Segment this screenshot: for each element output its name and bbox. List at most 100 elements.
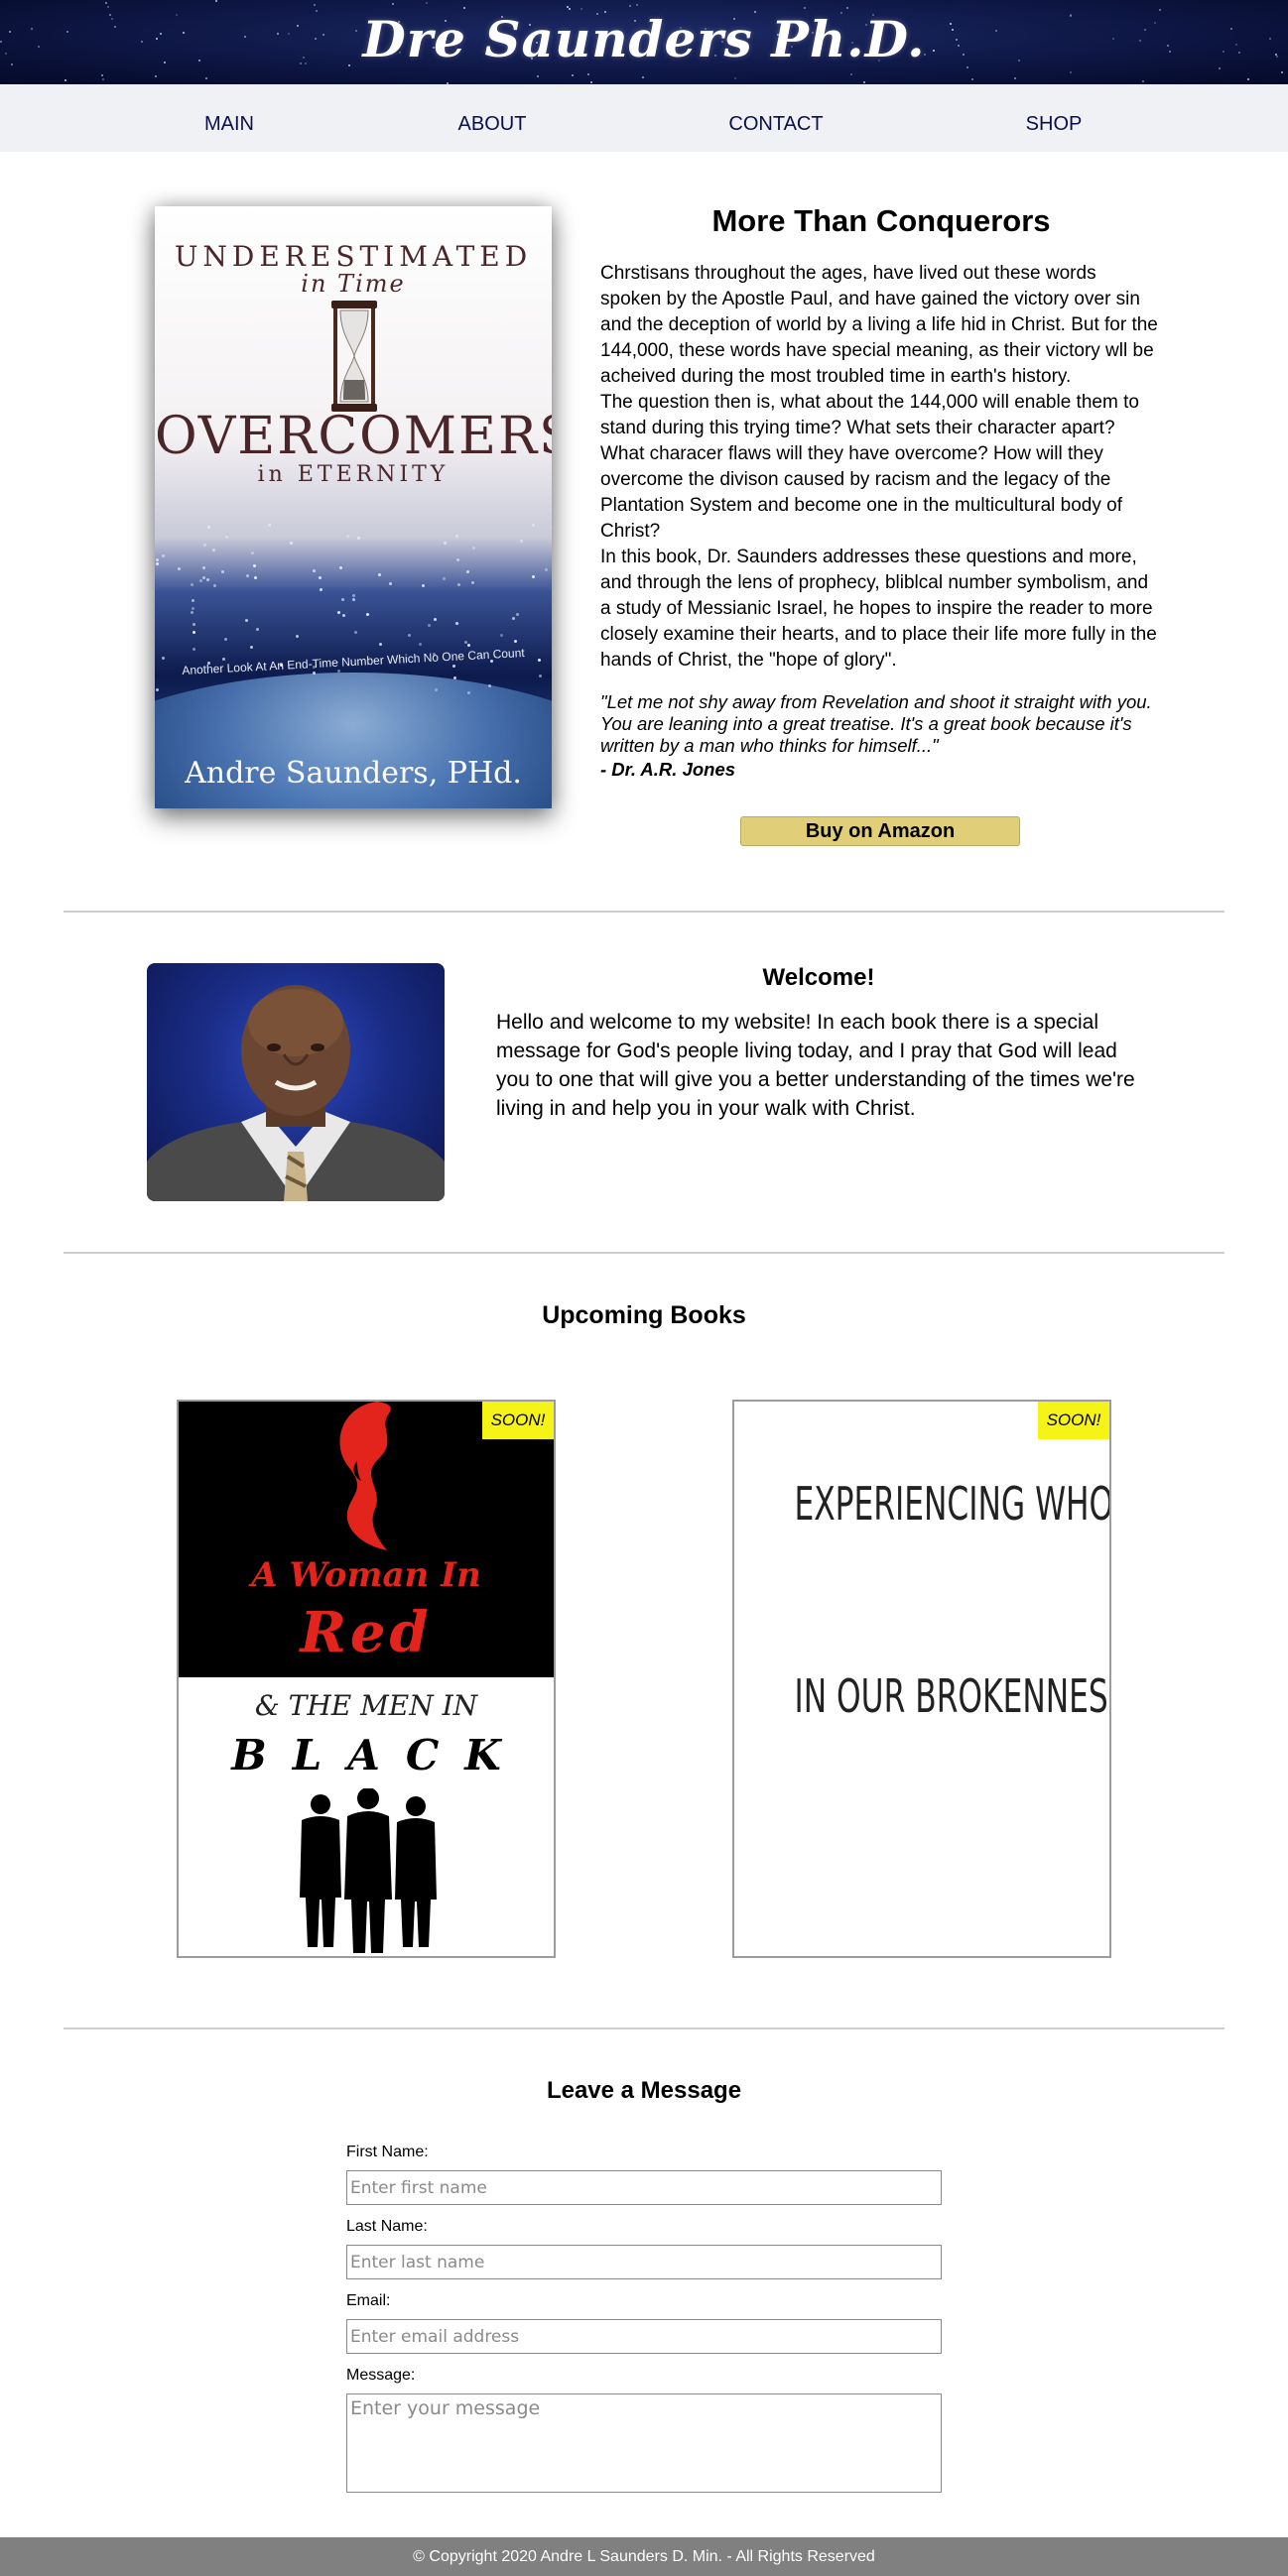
featured-book-cover[interactable]: UNDERESTIMATED in Time OVERCOMERS in ETE… bbox=[155, 206, 552, 808]
cover-star-dot bbox=[467, 644, 471, 648]
cover-star-dot bbox=[201, 575, 205, 579]
cover-star-dot bbox=[366, 612, 370, 616]
star-dot bbox=[1070, 70, 1073, 73]
star-dot bbox=[636, 4, 639, 7]
star-dot bbox=[628, 5, 631, 8]
cover-star-dot bbox=[253, 563, 257, 567]
soon-badge: SOON! bbox=[1038, 1402, 1109, 1439]
upcoming-book-card[interactable]: SOON! A Woman In Red & THE MEN IN BLACK bbox=[177, 1400, 556, 1958]
book-cover-title-line-1: A Woman In bbox=[251, 1555, 481, 1595]
cover-star-dot bbox=[193, 647, 196, 651]
featured-book-info: More Than Conquerors Chrstisans througho… bbox=[600, 203, 1162, 846]
cover-star-dot bbox=[251, 552, 255, 555]
cover-star-dot bbox=[452, 664, 456, 668]
cover-star-dot bbox=[201, 566, 205, 570]
cover-star-dot bbox=[466, 570, 470, 574]
cover-star-dot bbox=[456, 558, 460, 562]
cover-star-dot bbox=[470, 580, 474, 584]
cover-star-dot bbox=[351, 598, 355, 602]
cover-star-dot bbox=[199, 578, 203, 582]
review-author: - Dr. A.R. Jones bbox=[600, 759, 736, 780]
review-quote: "Let me not shy away from Revelation and… bbox=[600, 691, 1152, 756]
star-dot bbox=[567, 6, 570, 9]
cover-kicker-2: in Time bbox=[301, 270, 406, 298]
book-cover-title-line-3: & THE MEN IN bbox=[254, 1689, 478, 1722]
message-label: Message: bbox=[346, 2367, 416, 2384]
cover-star-dot bbox=[389, 581, 393, 585]
cover-star-dot bbox=[192, 623, 195, 627]
upcoming-books-title: Upcoming Books bbox=[542, 1301, 746, 1329]
cover-star-dot bbox=[213, 584, 217, 588]
woman-silhouette-icon bbox=[339, 1402, 391, 1550]
featured-book-title: More Than Conquerors bbox=[711, 203, 1051, 238]
cover-star-dot bbox=[351, 594, 355, 598]
cover-star-dot bbox=[499, 634, 503, 638]
cover-star-dot bbox=[538, 658, 542, 662]
site-header: Dre Saunders Ph.D. bbox=[0, 0, 1288, 84]
cover-author: Andre Saunders, PHd. bbox=[185, 756, 522, 791]
cover-star-dot bbox=[337, 670, 341, 674]
cover-star-dot bbox=[488, 684, 492, 688]
star-dot bbox=[64, 78, 66, 81]
cover-star-dot bbox=[192, 607, 195, 611]
message-field[interactable] bbox=[346, 2393, 942, 2493]
cover-star-dot bbox=[203, 543, 207, 547]
star-dot bbox=[590, 81, 593, 84]
cover-star-dot bbox=[289, 541, 293, 545]
cover-star-dot bbox=[253, 575, 257, 579]
cover-star-dot bbox=[161, 656, 165, 660]
email-field[interactable] bbox=[346, 2319, 942, 2354]
description-paragraph: The question then is, what about the 144… bbox=[600, 392, 1139, 542]
cover-star-dot bbox=[190, 582, 193, 586]
buy-on-amazon-button[interactable]: Buy on Amazon bbox=[740, 816, 1020, 846]
star-dot bbox=[537, 75, 540, 77]
cover-star-dot bbox=[419, 642, 423, 646]
last-name-label: Last Name: bbox=[346, 2218, 428, 2235]
copyright-text: © Copyright 2020 Andre L Saunders D. Min… bbox=[413, 2548, 875, 2565]
last-name-field[interactable] bbox=[346, 2245, 942, 2279]
cover-star-dot bbox=[205, 578, 209, 582]
cover-star-dot bbox=[407, 634, 411, 638]
cover-star-dot bbox=[353, 630, 357, 634]
upcoming-books-section: Upcoming Books SOON! A Woman In Red & TH… bbox=[0, 1254, 1288, 2027]
cover-star-dot bbox=[514, 640, 518, 644]
featured-book-section: UNDERESTIMATED in Time OVERCOMERS in ETE… bbox=[0, 152, 1288, 911]
cover-star-dot bbox=[427, 624, 431, 628]
cover-star-dot bbox=[162, 554, 166, 558]
cover-star-dot bbox=[442, 577, 446, 581]
star-dot bbox=[1013, 76, 1016, 79]
hourglass-icon bbox=[331, 301, 377, 412]
first-name-field[interactable] bbox=[346, 2170, 942, 2205]
cover-star-dot bbox=[245, 574, 249, 578]
main-nav: MAIN ABOUT CONTACT SHOP bbox=[0, 84, 1288, 152]
cover-star-dot bbox=[341, 614, 345, 618]
author-photo bbox=[147, 963, 445, 1201]
star-dot bbox=[846, 6, 849, 9]
book-cover-title-line-1: EXPERIENCING WHOLENESS bbox=[794, 1477, 1111, 1531]
star-dot bbox=[214, 0, 217, 3]
cover-star-dot bbox=[312, 671, 316, 675]
star-dot bbox=[970, 77, 973, 80]
soon-badge: SOON! bbox=[482, 1402, 554, 1439]
cover-main-title: OVERCOMERS bbox=[155, 407, 552, 466]
upcoming-book-card[interactable]: SOON! EXPERIENCING WHOLENESS IN OUR BROK… bbox=[732, 1400, 1111, 1958]
first-name-label: First Name: bbox=[346, 2144, 429, 2160]
cover-star-dot bbox=[444, 541, 448, 545]
cover-star-dot bbox=[256, 627, 260, 631]
email-label: Email: bbox=[346, 2292, 391, 2309]
contact-form: First Name: Last Name: Email: Message: bbox=[346, 2143, 942, 2493]
star-dot bbox=[1281, 71, 1284, 74]
cover-star-dot bbox=[156, 561, 160, 565]
cover-star-dot bbox=[156, 557, 160, 561]
star-dot bbox=[204, 77, 207, 80]
cover-star-dot bbox=[224, 535, 228, 539]
cover-star-dot bbox=[177, 566, 181, 570]
star-dot bbox=[106, 5, 109, 8]
star-dot bbox=[587, 73, 590, 76]
cover-star-dot bbox=[455, 622, 459, 626]
cover-star-dot bbox=[357, 537, 361, 541]
site-title[interactable]: Dre Saunders Ph.D. bbox=[0, 10, 1288, 68]
cover-star-dot bbox=[454, 535, 458, 539]
contact-section: Leave a Message First Name: Last Name: E… bbox=[0, 2029, 1288, 2537]
star-dot bbox=[1142, 79, 1145, 82]
